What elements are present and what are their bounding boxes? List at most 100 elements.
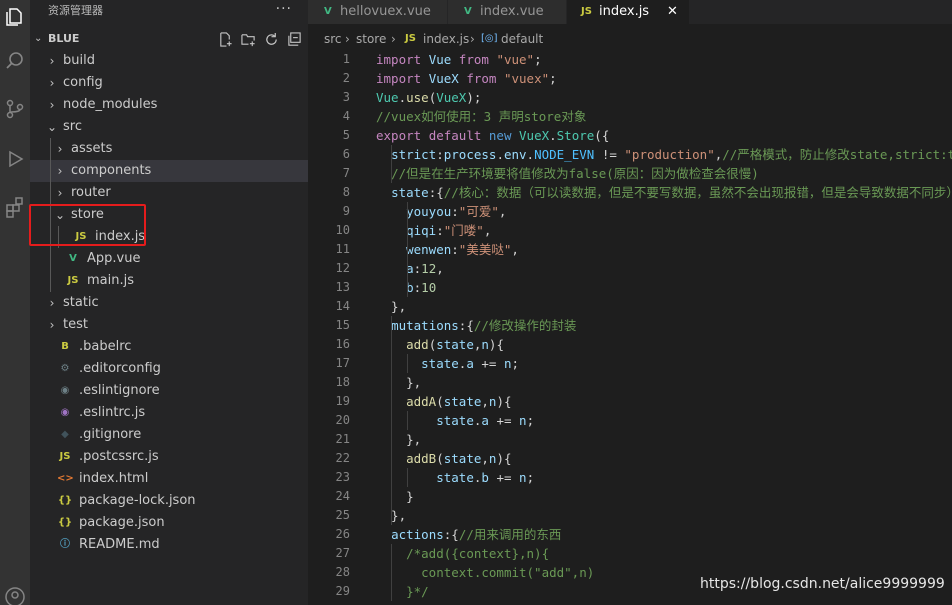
code-line: },	[376, 432, 422, 447]
tree-item-router[interactable]: › router	[30, 182, 308, 204]
vue-file-icon: V	[324, 6, 332, 17]
tree-item-components[interactable]: › components	[30, 160, 308, 182]
breadcrumb-default[interactable]: default	[501, 28, 543, 50]
tab-index-js[interactable]: JS index.js ✕	[567, 0, 690, 24]
js-file-icon: JS	[405, 33, 416, 44]
tree-item-package-json[interactable]: {} package.json	[30, 512, 308, 534]
code-line: Vue.use(VueX);	[376, 90, 482, 105]
tab-index-vue[interactable]: V index.vue	[448, 0, 567, 24]
code-line: addA(state,n){	[406, 394, 512, 409]
breadcrumb-src[interactable]: src	[324, 28, 342, 50]
tree-item-package-lock-json[interactable]: {} package-lock.json	[30, 490, 308, 512]
file-type-icon: {}	[57, 517, 73, 528]
tree-item-assets[interactable]: › assets	[30, 138, 308, 160]
tab-label: index.js	[599, 4, 650, 19]
tab-hellovuex-vue[interactable]: V hellovuex.vue	[308, 0, 448, 24]
indent-guide	[407, 202, 408, 297]
collapse-all-icon[interactable]	[286, 31, 302, 47]
extensions-icon[interactable]	[0, 190, 30, 224]
tree-item-src[interactable]: ⌄ src	[30, 116, 308, 138]
code-line: state.a += n;	[436, 413, 535, 428]
line-number: 8	[342, 185, 350, 199]
chevron-right-icon: ›	[49, 296, 55, 310]
tree-item-main-js[interactable]: JS main.js	[30, 270, 308, 292]
chevron-right-icon: ›	[49, 98, 55, 112]
line-number: 4	[342, 109, 350, 123]
line-number: 6	[342, 147, 350, 161]
vue-file-icon: V	[464, 6, 472, 17]
line-number: 7	[342, 166, 350, 180]
tree-item-static[interactable]: › static	[30, 292, 308, 314]
file-type-icon: V	[69, 253, 77, 264]
tree-item-gitignore[interactable]: ◆ .gitignore	[30, 424, 308, 446]
tree-item-eslintignore[interactable]: ◉ .eslintignore	[30, 380, 308, 402]
line-number: 17	[335, 356, 350, 370]
line-number: 5	[342, 128, 350, 142]
tree-item-build[interactable]: › build	[30, 50, 308, 72]
breadcrumb-separator: ›	[391, 32, 396, 46]
tree-item-label: package.json	[79, 515, 165, 530]
tree-item-label: .babelrc	[79, 339, 132, 354]
line-number: 24	[335, 489, 350, 503]
project-header[interactable]: ⌄ BLUE	[30, 28, 308, 50]
tree-item-label: src	[63, 119, 82, 134]
tree-item-label: static	[63, 295, 99, 310]
breadcrumb-index-js[interactable]: index.js	[423, 28, 469, 50]
tree-item-label: README.md	[79, 537, 160, 552]
close-icon[interactable]: ✕	[667, 0, 678, 24]
code-editor[interactable]: 1 2 3 4 5 6 7 8 9 10 11 12 13 14 15 16 17 18 19 20 21 22 23 24 2…	[308, 48, 952, 605]
tree-item-label: assets	[71, 141, 113, 156]
code-line: wenwen:"美美哒",	[406, 242, 519, 257]
watermark-text: https://blog.csdn.net/alice9999999	[700, 576, 945, 592]
tree-item-app-vue[interactable]: V App.vue	[30, 248, 308, 270]
tree-item-editorconfig[interactable]: ⚙ .editorconfig	[30, 358, 308, 380]
indent-guide	[407, 411, 408, 430]
explorer-title: 资源管理器	[48, 4, 103, 17]
new-file-icon[interactable]	[217, 31, 233, 47]
explorer-icon[interactable]	[0, 0, 30, 34]
run-debug-icon[interactable]	[0, 142, 30, 176]
file-type-icon: B	[61, 341, 69, 352]
tree-item-config[interactable]: › config	[30, 72, 308, 94]
chevron-right-icon: ›	[49, 54, 55, 68]
line-number: 15	[335, 318, 350, 332]
chevron-right-icon: ›	[57, 186, 63, 200]
tree-item-node-modules[interactable]: › node_modules	[30, 94, 308, 116]
file-type-icon: JS	[67, 275, 79, 286]
code-line: mutations:{//修改操作的封装	[391, 318, 577, 333]
tree-item-eslintrc-js[interactable]: ◉ .eslintrc.js	[30, 402, 308, 424]
refresh-icon[interactable]	[263, 31, 279, 47]
file-type-icon: ⓘ	[60, 539, 70, 550]
line-number: 28	[335, 565, 350, 579]
activity-bar	[0, 0, 30, 605]
source-control-icon[interactable]	[0, 92, 30, 126]
file-type-icon: {}	[57, 495, 73, 506]
tree-item-label: .eslintrc.js	[79, 405, 146, 420]
tab-label: hellovuex.vue	[340, 4, 431, 19]
tree-item-babelrc[interactable]: B .babelrc	[30, 336, 308, 358]
line-number: 12	[335, 261, 350, 275]
breadcrumb-store[interactable]: store	[356, 28, 386, 50]
line-number: 26	[335, 527, 350, 541]
new-folder-icon[interactable]	[240, 31, 256, 47]
tree-item-label: .postcssrc.js	[79, 449, 159, 464]
more-actions-icon[interactable]: ···	[276, 1, 292, 17]
search-icon[interactable]	[0, 44, 30, 78]
tree-item-label: .eslintignore	[79, 383, 160, 398]
line-number: 21	[335, 432, 350, 446]
tree-item-index-html[interactable]: <> index.html	[30, 468, 308, 490]
line-number: 13	[335, 280, 350, 294]
tree-item-postcssrc-js[interactable]: JS .postcssrc.js	[30, 446, 308, 468]
tree-item-test[interactable]: › test	[30, 314, 308, 336]
line-number: 22	[335, 451, 350, 465]
line-number: 20	[335, 413, 350, 427]
code-line: qiqi:"门喽",	[406, 223, 492, 238]
tree-item-readme-md[interactable]: ⓘ README.md	[30, 534, 308, 556]
tree-item-label: router	[71, 185, 111, 200]
line-number: 10	[335, 223, 350, 237]
code-line: //但是在生产环境要将值修改为false(原因：因为做检查会很慢)	[391, 166, 759, 181]
tree-item-label: build	[63, 53, 95, 68]
indent-guide	[407, 468, 408, 487]
code-line: export default new VueX.Store({	[376, 128, 610, 143]
account-icon[interactable]	[0, 580, 30, 605]
